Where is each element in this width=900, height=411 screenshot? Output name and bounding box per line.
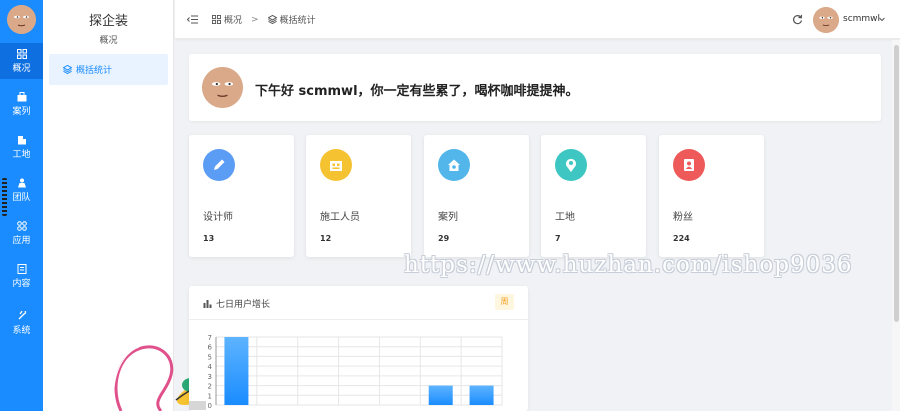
layers-icon [267, 15, 277, 24]
rail-item-label: 团队 [12, 192, 31, 203]
secondary-sidebar: 探企装 概况 概括统计 [43, 0, 227, 411]
zoom-handle[interactable] [189, 401, 206, 410]
stat-value: 13 [203, 234, 215, 243]
rail-item-label: 工地 [12, 149, 31, 160]
location-user-icon [555, 149, 587, 181]
chart-title-text: 七日用户增长 [216, 300, 271, 310]
breadcrumb-item-overview[interactable]: 概况 [212, 13, 242, 26]
watermark: https://www.huzhan.com/ishop9036 [404, 252, 853, 278]
stat-value: 29 [438, 234, 450, 243]
stat-label: 案列 [438, 212, 458, 223]
rail-item-apps[interactable]: 应用 [0, 215, 43, 251]
rail-item-system[interactable]: 系统 [0, 305, 43, 341]
bar-chart: 01234567 [189, 334, 503, 410]
breadcrumb-label: 概况 [224, 16, 243, 26]
rail-item-sites[interactable]: 工地 [0, 129, 43, 165]
sidebar-item-summary-stats[interactable]: 概括统计 [49, 54, 168, 85]
chart-bar[interactable] [428, 385, 453, 405]
breadcrumb-item-summary-stats: 概括统计 [267, 13, 316, 26]
site-icon [17, 135, 26, 144]
icon-rail: 概况 案列 工地 团队 应用 内容 系统 [0, 0, 43, 411]
chevron-down-icon[interactable] [878, 15, 886, 23]
user-growth-chart-card: 七日用户增长 周 01234567 [189, 286, 528, 411]
breadcrumb-separator: > [251, 14, 259, 25]
stat-card-cases[interactable]: 案列 29 [424, 135, 529, 257]
sidebar-subtitle: 概况 [99, 36, 118, 46]
stat-value: 224 [673, 234, 690, 243]
bar-chart-icon [203, 300, 212, 308]
stat-label: 粉丝 [673, 212, 693, 223]
building-icon [320, 149, 352, 181]
y-tick-label: 3 [208, 373, 212, 381]
rail-avatar[interactable] [7, 5, 36, 34]
stat-value: 7 [555, 234, 561, 243]
brand-title: 探企装 [88, 14, 128, 29]
dashboard-icon [16, 48, 27, 59]
stat-value: 12 [320, 234, 332, 243]
sidebar-item-label: 概括统计 [76, 66, 113, 76]
stat-label: 工地 [555, 212, 575, 223]
y-tick-label: 4 [208, 363, 213, 371]
breadcrumb-label: 概括统计 [279, 16, 316, 26]
scrollbar-thumb[interactable] [894, 45, 899, 322]
rail-item-content[interactable]: 内容 [0, 258, 43, 294]
top-bar: 概况 > 概括统计 scmmwl [175, 0, 900, 39]
chart-bar[interactable] [224, 337, 249, 405]
y-tick-label: 1 [208, 392, 212, 400]
stat-label: 设计师 [203, 212, 233, 223]
rail-item-overview[interactable]: 概况 [0, 43, 43, 79]
chart-bar[interactable] [469, 385, 494, 405]
breadcrumb: 概况 > 概括统计 [212, 13, 316, 26]
layers-icon [63, 65, 72, 74]
apps-icon [16, 220, 27, 231]
pencil-icon [203, 149, 235, 181]
rail-item-cases[interactable]: 案列 [0, 86, 43, 122]
rail-item-label: 系统 [12, 325, 31, 336]
chart-title: 七日用户增长 [203, 297, 270, 310]
greeting-card: 下午好 scmmwl，你一定有些累了，喝杯咖啡提提神。 [189, 54, 881, 121]
dashboard-icon [212, 15, 221, 24]
rail-item-label: 案列 [12, 106, 31, 117]
username[interactable]: scmmwl [843, 14, 880, 24]
stat-card-workers[interactable]: 施工人员 12 [306, 135, 411, 257]
chart-header: 七日用户增长 周 [189, 286, 528, 320]
menu-fold-icon[interactable] [187, 14, 198, 25]
rail-item-team[interactable]: 团队 [0, 172, 43, 208]
period-tag[interactable]: 周 [495, 294, 514, 310]
case-icon [17, 91, 26, 101]
rail-item-label: 内容 [12, 278, 31, 289]
greeting-text: 下午好 scmmwl，你一定有些累了，喝杯咖啡提提神。 [255, 84, 579, 99]
stat-card-fans[interactable]: 粉丝 224 [659, 135, 764, 257]
rail-item-label: 应用 [12, 235, 31, 246]
y-tick-label: 5 [208, 353, 212, 361]
user-card-icon [673, 149, 705, 181]
y-tick-label: 2 [208, 383, 212, 391]
rail-item-label: 概况 [12, 63, 31, 74]
system-icon [18, 310, 26, 319]
refresh-icon[interactable] [792, 14, 803, 25]
greeting-avatar [202, 67, 243, 108]
home-icon [438, 149, 470, 181]
stat-card-designers[interactable]: 设计师 13 [189, 135, 294, 257]
y-tick-label: 0 [208, 402, 212, 410]
stat-label: 施工人员 [320, 212, 360, 223]
content-icon [17, 263, 26, 274]
y-tick-label: 7 [208, 334, 212, 342]
stat-card-sites[interactable]: 工地 7 [541, 135, 646, 257]
y-tick-label: 6 [208, 344, 213, 352]
user-avatar[interactable] [813, 7, 839, 33]
team-icon [17, 178, 26, 187]
